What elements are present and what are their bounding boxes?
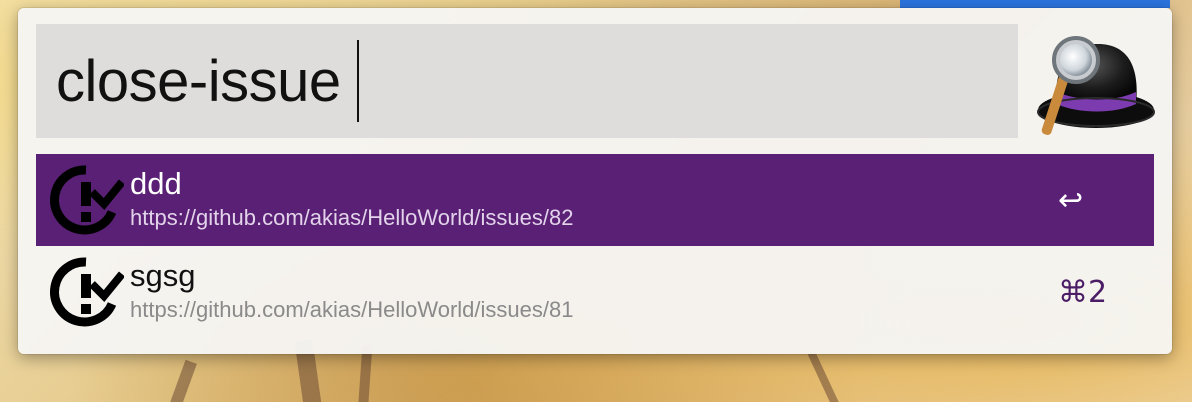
result-title: ddd — [130, 166, 182, 201]
wallpaper-decoration — [807, 351, 841, 402]
result-row-2[interactable]: sgsg https://github.com/akias/HelloWorld… — [36, 246, 1154, 338]
issue-closed-icon — [50, 165, 124, 235]
result-row-1[interactable]: ddd https://github.com/akias/HelloWorld/… — [36, 154, 1154, 246]
search-field[interactable]: close-issue — [36, 24, 1018, 138]
command-shortcut: ⌘2 — [1058, 274, 1108, 310]
result-title: sgsg — [130, 258, 196, 293]
result-url: https://github.com/akias/HelloWorld/issu… — [130, 205, 574, 230]
issue-closed-icon — [50, 257, 124, 327]
alfred-hat-icon — [1037, 36, 1155, 135]
wallpaper-decoration — [165, 359, 197, 402]
result-text: sgsg https://github.com/akias/HelloWorld… — [130, 259, 1058, 325]
result-text: ddd https://github.com/akias/HelloWorld/… — [130, 167, 1058, 233]
return-key-shortcut: ↩ — [1058, 182, 1084, 218]
result-url: https://github.com/akias/HelloWorld/issu… — [130, 297, 574, 322]
alfred-launcher-panel: close-issue ddd https://github.com/akias… — [18, 8, 1172, 354]
search-input[interactable]: close-issue — [56, 48, 341, 115]
text-caret — [356, 40, 359, 122]
background-window-edge — [900, 0, 1170, 8]
